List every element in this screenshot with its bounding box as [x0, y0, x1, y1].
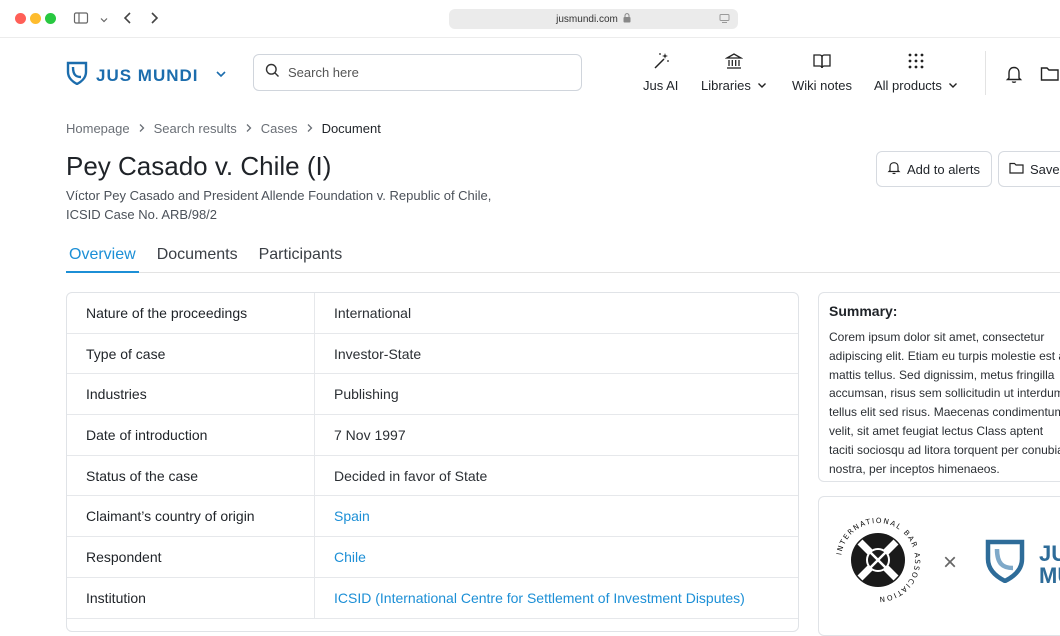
chevron-right-icon	[306, 121, 314, 136]
maximize-window-button[interactable]	[45, 13, 56, 24]
breadcrumb-homepage[interactable]: Homepage	[66, 121, 130, 136]
add-to-alerts-button[interactable]: Add to alerts	[876, 151, 992, 187]
nav-label: All products	[874, 78, 942, 93]
nav-wiki-notes[interactable]: Wiki notes	[792, 52, 852, 93]
jus-mundi-wordmark: JU MU	[1039, 541, 1060, 588]
claimant-country-link[interactable]: Spain	[315, 496, 798, 536]
summary-text: Corem ipsum dolor sit amet, consectetur …	[829, 330, 1060, 476]
sidebar-toggle-icon[interactable]	[73, 10, 89, 31]
browser-toolbar: jusmundi.com	[0, 0, 1060, 38]
bank-icon	[724, 52, 744, 73]
summary-title: Summary:	[829, 303, 898, 319]
breadcrumb: Homepage Search results Cases Document	[66, 121, 381, 136]
nav-all-products[interactable]: All products	[874, 52, 958, 93]
row-label: Industries	[67, 374, 315, 415]
search-icon	[265, 63, 280, 83]
case-parties: Víctor Pey Casado and President Allende …	[66, 188, 492, 203]
institution-link[interactable]: ICSID (International Centre for Settleme…	[315, 578, 798, 618]
respondent-link[interactable]: Chile	[315, 537, 798, 577]
minimize-window-button[interactable]	[30, 13, 41, 24]
page-title: Pey Casado v. Chile (I)	[66, 151, 332, 181]
forward-icon[interactable]	[147, 10, 161, 31]
jus-mundi-shield-icon	[985, 539, 1025, 588]
chevron-down-icon	[948, 78, 958, 93]
address-bar[interactable]: jusmundi.com	[449, 9, 738, 29]
bell-icon[interactable]	[1005, 64, 1023, 89]
iba-logo-icon: INTERNATIONAL BAR ASSOCIATION	[833, 515, 923, 610]
chevron-down-icon[interactable]	[99, 12, 109, 30]
row-label: Date of introduction	[67, 415, 315, 455]
search-input[interactable]	[288, 65, 558, 80]
nav-jus-ai[interactable]: Jus AI	[643, 52, 678, 93]
row-label: Respondent	[67, 537, 315, 577]
table-row: Date of introduction 7 Nov 1997	[67, 415, 798, 456]
add-to-alerts-label: Add to alerts	[907, 161, 980, 177]
case-subtitle: Víctor Pey Casado and President Allende …	[66, 186, 491, 224]
row-label: Status of the case	[67, 455, 315, 496]
table-row: Claimant’s country of origin Spain	[67, 496, 798, 538]
logo-text: JUS MUNDI	[96, 65, 199, 85]
folder-icon	[1009, 161, 1024, 178]
chevron-right-icon	[245, 121, 253, 136]
table-row: Institution ICSID (International Centre …	[67, 577, 798, 619]
row-value: Decided in favor of State	[334, 467, 488, 484]
search-box[interactable]	[253, 54, 582, 91]
row-value: International	[334, 304, 412, 321]
nav-label: Wiki notes	[792, 78, 852, 93]
breadcrumb-cases[interactable]: Cases	[261, 121, 298, 136]
row-label: Type of case	[67, 333, 315, 374]
row-label: Claimant’s country of origin	[67, 496, 315, 537]
partner-times-sign: ×	[943, 549, 958, 576]
breadcrumb-current: Document	[321, 121, 381, 136]
jus-mundi-logo[interactable]: JUS MUNDI	[66, 61, 227, 90]
open-book-icon	[812, 52, 832, 73]
nav-label: Jus AI	[643, 78, 679, 93]
table-row: Nature of the proceedings International	[67, 293, 798, 334]
magic-wand-icon	[652, 52, 670, 73]
folder-icon[interactable]	[1040, 65, 1060, 88]
reader-mode-icon[interactable]	[719, 13, 730, 27]
table-row: Respondent Chile	[67, 537, 798, 578]
app-header: JUS MUNDI Jus AI Libraries Wiki notes	[0, 39, 1060, 109]
back-icon[interactable]	[121, 10, 135, 31]
partnership-card: INTERNATIONAL BAR ASSOCIATION × JU MU	[818, 496, 1060, 636]
bell-icon	[887, 160, 901, 178]
chevron-right-icon	[138, 121, 146, 136]
grid-dots-icon	[907, 52, 925, 73]
save-label: Save	[1030, 161, 1060, 177]
case-tabs: Overview Documents Participants	[66, 242, 1060, 273]
chevron-down-icon[interactable]	[215, 67, 227, 85]
row-value: Investor-State	[334, 345, 422, 362]
shield-logo-icon	[66, 61, 88, 90]
table-row: Type of case Investor-State	[67, 333, 798, 375]
case-number: ICSID Case No. ARB/98/2	[66, 207, 218, 222]
row-label: Nature of the proceedings	[67, 293, 315, 333]
tab-participants[interactable]: Participants	[256, 242, 346, 273]
breadcrumb-search-results[interactable]: Search results	[154, 121, 237, 136]
lock-icon	[623, 12, 631, 26]
table-row: Industries Publishing	[67, 374, 798, 416]
save-button[interactable]: Save	[998, 151, 1060, 187]
tab-overview[interactable]: Overview	[66, 242, 139, 273]
case-details-table: Nature of the proceedings International …	[66, 292, 799, 632]
nav-label: Libraries	[701, 78, 751, 93]
row-value: Publishing	[334, 386, 399, 403]
close-window-button[interactable]	[15, 13, 26, 24]
nav-libraries[interactable]: Libraries	[701, 52, 767, 93]
url-text: jusmundi.com	[556, 13, 618, 25]
table-row: Status of the case Decided in favor of S…	[67, 455, 798, 497]
row-value: 7 Nov 1997	[334, 426, 406, 443]
summary-card: Summary: Corem ipsum dolor sit amet, con…	[818, 292, 1060, 482]
chevron-down-icon	[757, 78, 767, 93]
header-divider	[985, 51, 986, 95]
row-label: Institution	[67, 577, 315, 618]
tab-documents[interactable]: Documents	[154, 242, 241, 273]
